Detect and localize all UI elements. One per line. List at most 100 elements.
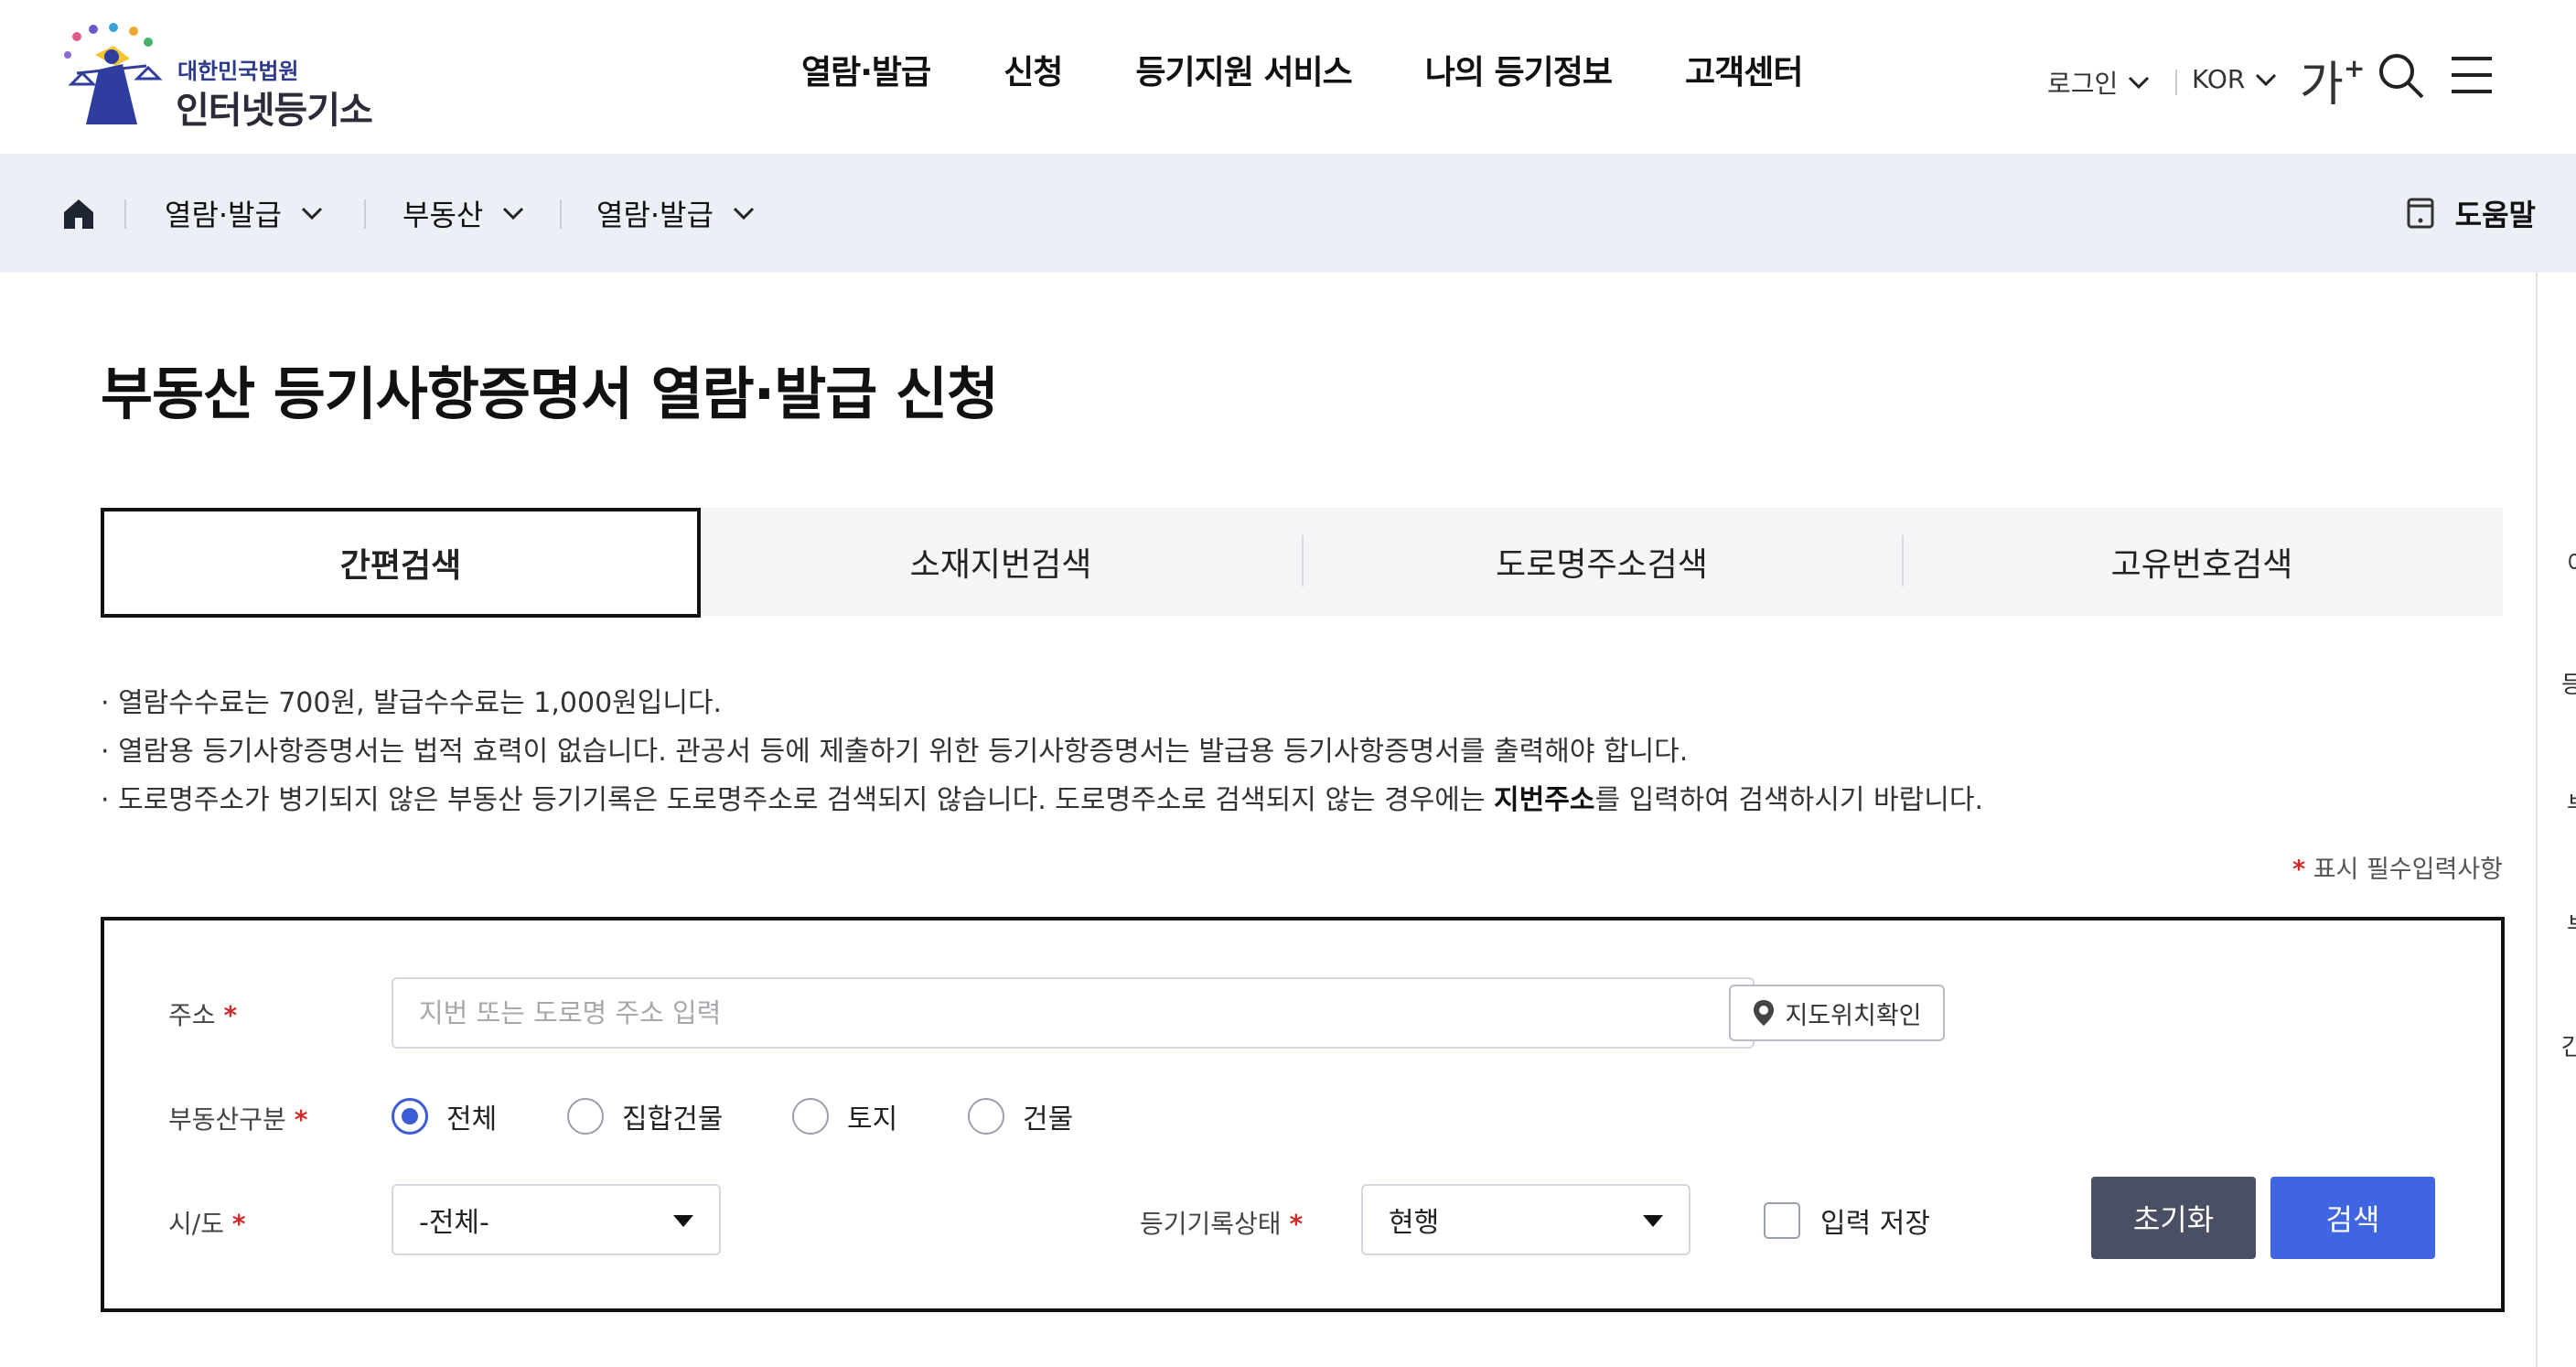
breadcrumb-item-view-issue[interactable]: 열람·발급 bbox=[165, 192, 324, 234]
login-label: 로그인 bbox=[2047, 69, 2119, 99]
radio-building[interactable]: 건물 bbox=[968, 1096, 1073, 1136]
record-status-select-value: 현행 bbox=[1389, 1207, 1440, 1239]
breadcrumb-divider bbox=[560, 199, 562, 229]
property-type-label: 부동산구분 * bbox=[168, 1100, 307, 1136]
divider bbox=[2175, 70, 2177, 95]
search-icon[interactable] bbox=[2375, 49, 2426, 101]
main-nav: 열람·발급 신청 등기지원 서비스 나의 등기정보 고객센터 bbox=[801, 46, 1876, 93]
radio-label: 집합건물 bbox=[622, 1103, 724, 1136]
site-header: 대한민국법원 인터넷등기소 열람·발급 신청 등기지원 서비스 나의 등기정보 … bbox=[0, 0, 2576, 154]
radio-button-selected[interactable] bbox=[392, 1098, 428, 1135]
help-button[interactable]: 도움말 bbox=[2406, 192, 2536, 234]
breadcrumb-label: 열람·발급 bbox=[596, 198, 714, 232]
caret-down-icon bbox=[673, 1215, 693, 1227]
font-size-label: 가 bbox=[2300, 58, 2344, 113]
radio-button[interactable] bbox=[567, 1098, 604, 1135]
map-pin-icon bbox=[1754, 1000, 1775, 1026]
font-size-button[interactable]: 가+ bbox=[2300, 46, 2365, 114]
notice-road-address: · 도로명주소가 병기되지 않은 부동산 등기기록은 도로명주소로 검색되지 않… bbox=[101, 776, 1983, 824]
radio-label: 전체 bbox=[446, 1103, 498, 1136]
radio-button[interactable] bbox=[792, 1098, 829, 1135]
court-emblem-icon bbox=[64, 23, 163, 124]
search-tabs: 간편검색 소재지번검색 도로명주소검색 고유번호검색 bbox=[101, 508, 2503, 618]
tab-simple-search[interactable]: 간편검색 bbox=[101, 508, 701, 618]
required-star: * bbox=[231, 1209, 246, 1239]
side-panel-fragment: 부 bbox=[2567, 908, 2576, 942]
breadcrumb-divider bbox=[124, 199, 126, 229]
breadcrumb-item-real-estate[interactable]: 부동산 bbox=[402, 192, 525, 234]
site-logo[interactable]: 대한민국법원 인터넷등기소 bbox=[59, 18, 388, 132]
tab-unique-number-search[interactable]: 고유번호검색 bbox=[1902, 508, 2502, 616]
tab-road-address-search[interactable]: 도로명주소검색 bbox=[1302, 508, 1902, 616]
side-panel-fragment: 부 bbox=[2567, 787, 2576, 821]
radio-button[interactable] bbox=[968, 1098, 1004, 1135]
page-title: 부동산 등기사항증명서 열람·발급 신청 bbox=[101, 361, 999, 427]
breadcrumb-label: 열람·발급 bbox=[165, 198, 282, 232]
side-panel-fragment: 간 bbox=[2561, 1034, 2576, 1061]
breadcrumb-item-view-issue-current[interactable]: 열람·발급 bbox=[596, 192, 756, 234]
address-input[interactable] bbox=[392, 977, 1755, 1049]
radio-all[interactable]: 전체 bbox=[392, 1096, 497, 1136]
label-text: 시/도 bbox=[168, 1209, 224, 1239]
nav-item-apply[interactable]: 신청 bbox=[1004, 46, 1063, 93]
record-status-label: 등기기록상태 * bbox=[1140, 1204, 1303, 1241]
notice-text: 를 입력하여 검색하시기 바랍니다. bbox=[1594, 784, 1983, 816]
required-star: * bbox=[1289, 1209, 1304, 1239]
notice-list: · 열람수수료는 700원, 발급수수료는 1,000원입니다. · 열람용 등… bbox=[101, 679, 1983, 824]
login-dropdown[interactable]: 로그인 bbox=[2047, 64, 2151, 101]
chevron-down-icon bbox=[2256, 73, 2277, 86]
map-location-button[interactable]: 지도위치확인 bbox=[1729, 985, 1945, 1041]
required-star: * bbox=[294, 1104, 308, 1135]
language-label: KOR bbox=[2192, 64, 2246, 94]
label-text: 주소 bbox=[168, 1000, 216, 1030]
map-button-label: 지도위치확인 bbox=[1785, 1001, 1922, 1030]
radio-land[interactable]: 토지 bbox=[792, 1096, 897, 1136]
save-input-checkbox[interactable]: 입력 저장 bbox=[1764, 1200, 1930, 1241]
nav-item-view-issue[interactable]: 열람·발급 bbox=[801, 46, 931, 93]
region-select[interactable]: -전체- bbox=[392, 1184, 721, 1255]
notice-text: · 도로명주소가 병기되지 않은 부동산 등기기록은 도로명주소로 검색되지 않… bbox=[101, 784, 1495, 816]
chevron-down-icon bbox=[2129, 76, 2150, 90]
font-size-plus: + bbox=[2343, 52, 2366, 83]
address-label: 주소 * bbox=[168, 996, 237, 1032]
region-label: 시/도 * bbox=[168, 1204, 246, 1241]
required-field-note: * 표시 필수입력사항 bbox=[2292, 849, 2503, 885]
language-dropdown[interactable]: KOR bbox=[2192, 64, 2278, 94]
caret-down-icon bbox=[1643, 1215, 1663, 1227]
nav-item-support-service[interactable]: 등기지원 서비스 bbox=[1135, 46, 1352, 93]
utility-menu: 로그인 KOR 가+ bbox=[2009, 37, 2576, 113]
radio-label: 건물 bbox=[1023, 1103, 1074, 1136]
chevron-down-icon bbox=[733, 207, 754, 221]
tab-lot-number-search[interactable]: 소재지번검색 bbox=[701, 508, 1301, 616]
notice-emphasis: 지번주소 bbox=[1494, 784, 1595, 816]
help-label: 도움말 bbox=[2454, 198, 2536, 232]
notice-fee: · 열람수수료는 700원, 발급수수료는 1,000원입니다. bbox=[101, 687, 723, 719]
chevron-down-icon bbox=[301, 207, 322, 221]
side-panel-fragment: 이 bbox=[2567, 545, 2576, 579]
nav-item-customer-center[interactable]: 고객센터 bbox=[1685, 46, 1803, 93]
breadcrumb-divider bbox=[364, 199, 366, 229]
reset-button[interactable]: 초기화 bbox=[2091, 1177, 2256, 1259]
nav-item-my-registry[interactable]: 나의 등기정보 bbox=[1425, 46, 1613, 93]
record-status-select[interactable]: 현행 bbox=[1361, 1184, 1690, 1255]
document-help-icon bbox=[2407, 198, 2434, 229]
chevron-down-icon bbox=[503, 207, 524, 221]
required-note-text: 표시 필수입력사항 bbox=[2305, 856, 2503, 884]
notice-legal-effect: · 열람용 등기사항증명서는 법적 효력이 없습니다. 관공서 등에 제출하기 … bbox=[101, 736, 1689, 768]
checkbox[interactable] bbox=[1764, 1202, 1800, 1239]
label-text: 부동산구분 bbox=[168, 1104, 286, 1135]
hamburger-menu-icon[interactable] bbox=[2446, 49, 2497, 101]
required-star: * bbox=[223, 1000, 238, 1030]
region-select-value: -전체- bbox=[419, 1207, 489, 1239]
logo-title: 인터넷등기소 bbox=[176, 90, 373, 132]
side-panel-edge bbox=[2536, 273, 2538, 1367]
label-text: 등기기록상태 bbox=[1140, 1209, 1282, 1239]
required-star: * bbox=[2292, 856, 2306, 884]
breadcrumb: 열람·발급 부동산 열람·발급 도움말 bbox=[0, 154, 2576, 273]
search-button[interactable]: 검색 bbox=[2270, 1177, 2435, 1259]
breadcrumb-label: 부동산 bbox=[402, 198, 484, 232]
checkbox-label: 입력 저장 bbox=[1820, 1208, 1930, 1240]
home-icon[interactable] bbox=[60, 196, 97, 232]
radio-aggregate-building[interactable]: 집합건물 bbox=[567, 1096, 723, 1136]
radio-label: 토지 bbox=[847, 1103, 898, 1136]
